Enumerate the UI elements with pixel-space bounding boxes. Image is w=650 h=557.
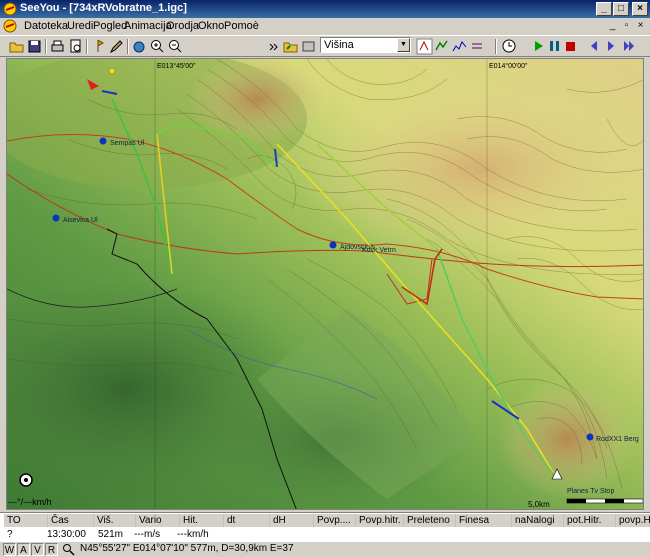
column-header[interactable]: Povp.hitr. xyxy=(356,514,404,527)
menu-pogled[interactable]: Pogled xyxy=(93,20,127,32)
document-icon[interactable] xyxy=(3,19,17,33)
column-header[interactable]: Vario xyxy=(136,514,180,527)
zoom-out-icon[interactable] xyxy=(167,38,184,55)
edit-tool-icon[interactable] xyxy=(108,38,125,55)
speed-indicator: ---°/---km/h xyxy=(8,497,52,507)
close-button[interactable]: × xyxy=(632,2,648,16)
search-icon[interactable] xyxy=(62,543,76,556)
column-header[interactable]: dt xyxy=(224,514,270,527)
airfield-icon xyxy=(99,137,107,145)
column-header[interactable]: TO xyxy=(4,514,48,527)
menu-datoteka[interactable]: Datoteka xyxy=(24,20,68,32)
step-back-icon[interactable] xyxy=(586,38,603,55)
column-header[interactable]: Preleteno xyxy=(404,514,456,527)
coord-label-left: E013°45'00" xyxy=(157,62,196,70)
table-cell: ---m/s xyxy=(134,529,161,540)
fast-forward-icon[interactable] xyxy=(620,38,637,55)
place-label: RodXX1 Berg xyxy=(596,436,639,443)
menu-animacija[interactable]: Animacija xyxy=(124,20,172,32)
pause-icon[interactable] xyxy=(546,38,563,55)
status-button-w[interactable]: W xyxy=(3,543,16,556)
cursor-position-text: N45°55'27" E014°07'10" 577m, D=30,9km E=… xyxy=(80,543,294,554)
place-label: Kovk Vetrn xyxy=(362,247,396,254)
save-icon[interactable] xyxy=(26,38,43,55)
barogram-icon[interactable] xyxy=(451,38,468,55)
hill-shading xyxy=(297,79,643,259)
toolbar-separator xyxy=(495,39,497,54)
table-cell: ? xyxy=(7,529,13,540)
menu-pomoc[interactable]: Pomoè xyxy=(224,20,259,32)
title-bar: SeeYou - [734xRVobratne_1.igc] _ □ × xyxy=(0,0,650,18)
chevron-down-icon[interactable]: ▼ xyxy=(397,38,410,52)
menu-orodja[interactable]: Orodja xyxy=(166,20,199,32)
clock-icon[interactable] xyxy=(501,38,518,55)
column-header[interactable]: pot.Hitr. xyxy=(564,514,616,527)
mdi-minimize-button[interactable]: _ xyxy=(606,20,619,32)
column-header[interactable]: Čas xyxy=(48,514,94,527)
column-header[interactable]: Finesa xyxy=(456,514,512,527)
play-icon[interactable] xyxy=(530,38,547,55)
open-folder-icon[interactable] xyxy=(8,38,25,55)
airfield-icon xyxy=(52,214,60,222)
window-title: SeeYou - [734xRVobratne_1.igc] xyxy=(20,2,187,14)
import-icon[interactable] xyxy=(282,38,299,55)
toolbar-separator xyxy=(86,39,88,54)
position-icon-dot xyxy=(24,478,28,482)
scale-bar xyxy=(566,498,643,504)
mdi-restore-button[interactable]: ▫ xyxy=(620,20,633,32)
menu-uredi[interactable]: Uredi xyxy=(67,20,93,32)
export-icon[interactable] xyxy=(300,38,317,55)
column-header[interactable]: Povp.... xyxy=(314,514,356,527)
pan-icon[interactable] xyxy=(131,38,148,55)
column-header[interactable]: dH xyxy=(270,514,314,527)
table-cell: ---km/h xyxy=(177,529,209,540)
task-icon[interactable] xyxy=(433,38,450,55)
status-button-a[interactable]: A xyxy=(17,543,30,556)
display-mode-select[interactable]: Višina ▼ xyxy=(320,37,411,53)
step-forward-icon[interactable] xyxy=(603,38,620,55)
zoom-in-icon[interactable] xyxy=(149,38,166,55)
table-cell: 521m xyxy=(98,529,124,540)
airfield-icon xyxy=(329,241,337,249)
map-view[interactable]: E013°45'00" E014°00'00" Sempas Ul Aisevi… xyxy=(6,58,644,510)
place-kovk[interactable]: Kovk Vetrn xyxy=(362,247,396,254)
minimize-button[interactable]: _ xyxy=(596,2,612,16)
maximize-button[interactable]: □ xyxy=(613,2,629,16)
mdi-close-button[interactable]: × xyxy=(634,20,647,32)
coord-label-right: E014°00'00" xyxy=(489,62,528,70)
column-header[interactable]: Viš. xyxy=(94,514,136,527)
print-preview-icon[interactable] xyxy=(67,38,84,55)
flight-tool-icon[interactable] xyxy=(416,38,433,55)
app-icon xyxy=(3,2,17,16)
place-label: Aisevica Ul xyxy=(63,217,98,224)
statistics-icon[interactable] xyxy=(469,38,486,55)
glider-icon[interactable] xyxy=(108,67,116,75)
toolbar-chevron-icon[interactable] xyxy=(265,38,282,55)
airfield-icon xyxy=(586,433,594,441)
print-icon[interactable] xyxy=(49,38,66,55)
display-mode-value: Višina xyxy=(324,39,354,51)
app-window: SeeYou - [734xRVobratne_1.igc] _ □ × Dat… xyxy=(0,0,650,557)
terrain-map[interactable]: E013°45'00" E014°00'00" Sempas Ul Aisevi… xyxy=(7,59,644,510)
table-cell: 13:30:00 xyxy=(47,529,86,540)
column-header[interactable]: povp.Hi xyxy=(616,514,650,527)
place-label: Planes Tv Stop xyxy=(567,488,614,495)
place-label: Sempas Ul xyxy=(110,140,145,147)
scale-label: 5,0km xyxy=(528,500,550,509)
status-button-r[interactable]: R xyxy=(45,543,58,556)
toolbar-separator xyxy=(45,39,47,54)
toolbar-separator xyxy=(127,39,129,54)
menu-bar: Datoteka Uredi Pogled Animacija Orodja O… xyxy=(0,18,650,35)
waypoint-icon[interactable] xyxy=(90,38,107,55)
stop-icon[interactable] xyxy=(562,38,579,55)
status-button-v[interactable]: V xyxy=(31,543,44,556)
flight-data-table[interactable]: TO Čas Viš. Vario Hit. dt dH Povp.... Po… xyxy=(0,512,650,542)
menu-okno[interactable]: Okno xyxy=(198,20,224,32)
column-header[interactable]: naNalogi xyxy=(512,514,564,527)
column-header[interactable]: Hit. xyxy=(180,514,224,527)
status-bar: W A V R N45°55'27" E014°07'10" 577m, D=3… xyxy=(0,541,650,557)
